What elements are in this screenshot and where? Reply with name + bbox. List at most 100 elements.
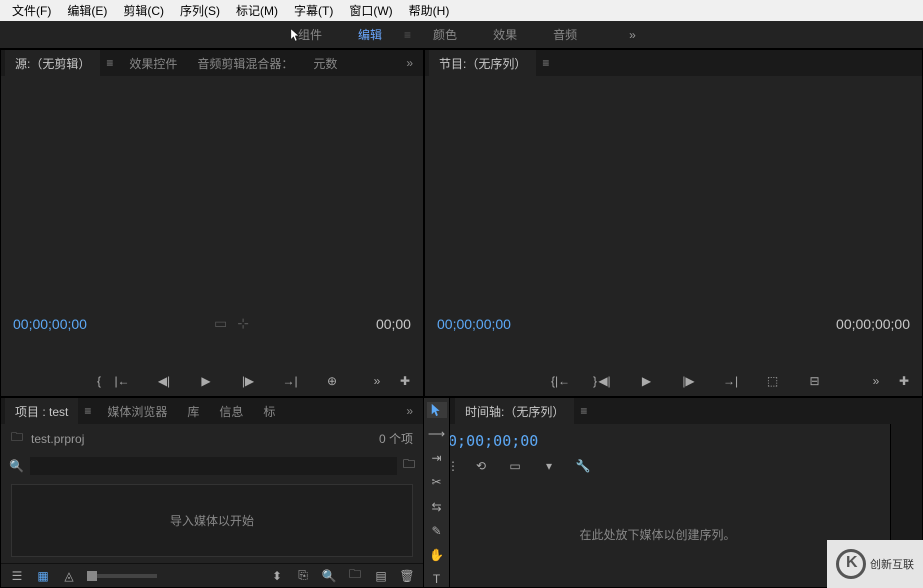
program-tabs: 节目:（无序列） ≡	[425, 50, 922, 76]
sort-icon[interactable]: ⬍	[269, 568, 285, 584]
automate-icon[interactable]: ⎘	[295, 568, 311, 584]
new-bin-icon[interactable]: 🗀	[347, 568, 363, 584]
source-panel-menu-icon[interactable]: ≡	[100, 56, 119, 70]
menu-help[interactable]: 帮助(H)	[401, 2, 458, 19]
source-add-button-icon[interactable]: ✚	[397, 373, 413, 389]
program-scrub-bar[interactable]	[425, 336, 922, 366]
source-viewport[interactable]	[1, 76, 423, 311]
program-viewport[interactable]	[425, 76, 922, 312]
find-icon[interactable]: 🔍	[321, 568, 337, 584]
play-icon[interactable]: ▶	[198, 373, 214, 389]
program-playhead-time: 00;00;00;00	[437, 316, 511, 332]
workspace-color[interactable]: 颜色	[415, 21, 475, 48]
insert-icon[interactable]: ⊕	[324, 373, 340, 389]
menu-marker[interactable]: 标记(M)	[228, 2, 286, 19]
tab-timeline[interactable]: 时间轴:（无序列）	[455, 398, 574, 424]
mark-in-icon[interactable]: {	[91, 373, 107, 389]
program-lift-icon[interactable]: ⬚	[765, 373, 781, 389]
source-scrub-bar[interactable]	[1, 336, 423, 366]
razor-tool-icon[interactable]: ✂	[427, 474, 447, 490]
list-view-icon[interactable]: ☰	[9, 568, 25, 584]
source-fit-icon[interactable]: ▭	[214, 315, 227, 332]
tool-palette: ⟶ ⇥ ✂ ⇆ ✎ ✋ T	[424, 398, 450, 587]
program-panel-menu-icon[interactable]: ≡	[536, 56, 555, 70]
track-select-tool-icon[interactable]: ⟶	[427, 426, 447, 442]
source-playhead-time: 00;00;00;00	[13, 316, 87, 332]
timeline-drop-area[interactable]: 在此处放下媒体以创建序列。	[425, 482, 890, 587]
goto-in-icon[interactable]: |←	[114, 373, 130, 389]
menu-sequence[interactable]: 序列(S)	[172, 2, 228, 19]
ripple-edit-tool-icon[interactable]: ⇥	[427, 450, 447, 466]
linked-selection-icon[interactable]: ⟲	[473, 458, 489, 474]
workspace-bar: 组件 编辑 ≡ 颜色 效果 音频 »	[0, 21, 923, 49]
workspace-assembly[interactable]: 组件	[280, 21, 340, 48]
type-tool-icon[interactable]: T	[427, 571, 447, 587]
workspace-audio[interactable]: 音频	[535, 21, 595, 48]
add-marker-icon[interactable]: ▭	[507, 458, 523, 474]
watermark-text: 创新互联	[870, 556, 914, 572]
goto-out-icon[interactable]: →|	[282, 373, 298, 389]
source-monitor-panel: 源:（无剪辑） ≡ 效果控件 音频剪辑混合器： 元数 » 00;00;00;00…	[0, 49, 424, 397]
menu-clip[interactable]: 剪辑(C)	[115, 2, 172, 19]
program-mark-out-icon[interactable]: }	[587, 373, 603, 389]
program-mark-in-icon[interactable]: {	[545, 373, 561, 389]
menu-file[interactable]: 文件(F)	[4, 2, 59, 19]
menu-edit[interactable]: 编辑(E)	[59, 2, 115, 19]
project-panel: 项目 : test ≡ 媒体浏览器 库 信息 标 » 🗀 test.prproj…	[0, 397, 424, 588]
source-tabs: 源:（无剪辑） ≡ 效果控件 音频剪辑混合器： 元数 »	[1, 50, 423, 76]
tab-info[interactable]: 信息	[209, 398, 253, 424]
step-back-icon[interactable]: ◀|	[156, 373, 172, 389]
source-tabs-overflow[interactable]: »	[400, 56, 419, 70]
search-icon[interactable]: 🔍	[9, 459, 24, 473]
tab-markers[interactable]: 标	[253, 398, 285, 424]
freeform-view-icon[interactable]: ◬	[61, 568, 77, 584]
source-scale-icon[interactable]: ⊹	[237, 315, 249, 332]
source-controls-overflow-icon[interactable]: »	[369, 373, 385, 389]
tab-program[interactable]: 节目:（无序列）	[429, 50, 536, 76]
menu-window[interactable]: 窗口(W)	[341, 2, 400, 19]
project-tabs-overflow[interactable]: »	[400, 404, 419, 418]
project-filename: test.prproj	[31, 432, 84, 446]
tab-audio-clip-mixer[interactable]: 音频剪辑混合器：	[187, 50, 303, 76]
tab-effect-controls[interactable]: 效果控件	[119, 50, 187, 76]
tab-media-browser[interactable]: 媒体浏览器	[97, 398, 177, 424]
thumbnail-size-slider[interactable]	[87, 574, 157, 578]
workspace-effects[interactable]: 效果	[475, 21, 535, 48]
project-panel-menu-icon[interactable]: ≡	[78, 404, 97, 418]
program-play-icon[interactable]: ▶	[639, 373, 655, 389]
menu-bar: 文件(F) 编辑(E) 剪辑(C) 序列(S) 标记(M) 字幕(T) 窗口(W…	[0, 0, 923, 21]
hand-tool-icon[interactable]: ✋	[427, 547, 447, 563]
workspace-editing[interactable]: 编辑	[340, 21, 400, 48]
new-item-icon[interactable]: ▤	[373, 568, 389, 584]
icon-view-icon[interactable]: ▦	[35, 568, 51, 584]
bin-icon[interactable]: 🗀	[11, 428, 23, 449]
timeline-panel-menu-icon[interactable]: ≡	[574, 404, 593, 418]
project-search-input[interactable]	[30, 457, 397, 475]
workspace-overflow[interactable]: »	[615, 28, 650, 42]
watermark: 创新互联	[827, 540, 923, 588]
step-forward-icon[interactable]: |▶	[240, 373, 256, 389]
timeline-tabs: 时间轴:（无序列） ≡	[425, 398, 922, 424]
slip-tool-icon[interactable]: ⇆	[427, 499, 447, 515]
pen-tool-icon[interactable]: ✎	[427, 523, 447, 539]
watermark-logo-icon	[836, 549, 866, 579]
delete-icon[interactable]: 🗑	[399, 568, 415, 584]
program-extract-icon[interactable]: ⊟	[807, 373, 823, 389]
timeline-hint: 在此处放下媒体以创建序列。	[579, 526, 735, 543]
program-step-forward-icon[interactable]: |▶	[681, 373, 697, 389]
tab-project[interactable]: 项目 : test	[5, 398, 78, 424]
program-controls-overflow-icon[interactable]: »	[868, 373, 884, 389]
tab-source[interactable]: 源:（无剪辑）	[5, 50, 100, 76]
wrench-icon[interactable]: 🔧	[575, 458, 591, 474]
tab-metadata[interactable]: 元数	[303, 50, 347, 76]
timeline-playhead-time: 00;00;00;00	[439, 432, 876, 450]
new-search-bin-icon[interactable]: 🗀	[403, 455, 415, 476]
selection-tool-icon[interactable]	[427, 402, 447, 418]
menu-subtitle[interactable]: 字幕(T)	[286, 2, 341, 19]
program-goto-out-icon[interactable]: →|	[723, 373, 739, 389]
workspace-active-indicator: ≡	[400, 28, 415, 42]
timeline-settings-icon[interactable]: ▾	[541, 458, 557, 474]
tab-library[interactable]: 库	[177, 398, 209, 424]
program-add-button-icon[interactable]: ✚	[896, 373, 912, 389]
project-drop-area[interactable]: 导入媒体以开始	[11, 484, 413, 557]
